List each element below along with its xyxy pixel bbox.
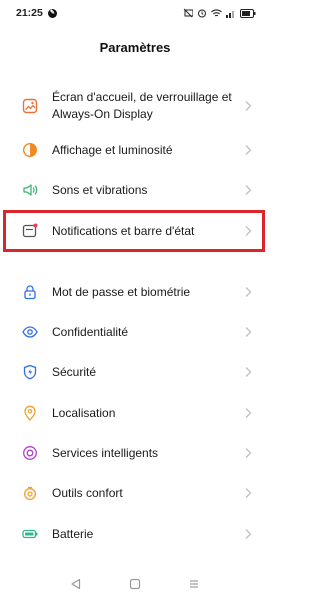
convenience-tools-icon xyxy=(22,485,38,501)
settings-item-label: Notifications et barre d'état xyxy=(52,223,195,238)
wifi-icon xyxy=(211,8,222,16)
settings-item-password[interactable]: Mot de passe et biométrie xyxy=(0,278,270,306)
status-time: 21:25 xyxy=(16,7,43,19)
settings-item-label: Mot de passe et biométrie xyxy=(52,284,191,299)
settings-item-label: Écran d'accueil, de verrouillage et Alwa… xyxy=(52,90,232,121)
settings-item-label: Sons et vibrations xyxy=(52,182,148,197)
settings-item-convenience-tools[interactable]: Outils confort xyxy=(0,479,270,507)
chevron-right-icon xyxy=(245,287,252,297)
wallpaper-icon xyxy=(22,98,38,114)
settings-item-display[interactable]: Affichage et luminosité xyxy=(0,136,270,164)
back-icon[interactable] xyxy=(69,577,83,591)
settings-item-privacy[interactable]: Confidentialité xyxy=(0,318,270,346)
settings-item-label: Sécurité xyxy=(52,364,97,379)
settings-item-sounds[interactable]: Sons et vibrations xyxy=(0,176,270,204)
settings-item-location[interactable]: Localisation xyxy=(0,399,270,427)
recents-icon[interactable] xyxy=(187,577,201,591)
page-title: Paramètres xyxy=(99,40,171,55)
settings-item-security[interactable]: Sécurité xyxy=(0,358,270,386)
location-pin-icon xyxy=(22,405,38,421)
privacy-eye-icon xyxy=(22,324,38,340)
signal-icon xyxy=(226,10,234,18)
chevron-right-icon xyxy=(245,145,252,155)
settings-item-label: Services intelligents xyxy=(52,445,159,460)
chevron-right-icon xyxy=(245,529,252,539)
smart-services-icon xyxy=(22,445,38,461)
chevron-right-icon xyxy=(245,488,252,498)
battery-settings-icon xyxy=(22,526,38,542)
lock-icon xyxy=(22,284,38,300)
settings-item-home-screen[interactable]: Écran d'accueil, de verrouillage et Alwa… xyxy=(0,84,270,128)
settings-item-label: Outils confort xyxy=(52,485,123,500)
chevron-right-icon xyxy=(245,226,252,236)
alarm-icon xyxy=(198,9,206,18)
settings-item-label: Localisation xyxy=(52,405,116,420)
settings-item-label: Batterie xyxy=(52,526,94,541)
settings-item-notifications[interactable]: Notifications et barre d'état xyxy=(0,217,270,245)
settings-item-label: Confidentialité xyxy=(52,324,129,339)
battery-icon xyxy=(240,8,256,18)
chevron-right-icon xyxy=(245,185,252,195)
settings-item-smart-services[interactable]: Services intelligents xyxy=(0,439,270,467)
mute-icon xyxy=(183,8,193,18)
chevron-right-icon xyxy=(245,408,252,418)
chevron-right-icon xyxy=(245,327,252,337)
settings-item-label: Affichage et luminosité xyxy=(52,142,173,157)
notification-icon xyxy=(22,223,38,239)
brightness-icon xyxy=(22,142,38,158)
home-icon[interactable] xyxy=(128,577,142,591)
settings-item-battery[interactable]: Batterie xyxy=(0,520,270,548)
chevron-right-icon xyxy=(245,367,252,377)
security-shield-icon xyxy=(22,364,38,380)
chevron-right-icon xyxy=(245,448,252,458)
notification-app-icon: ✎ xyxy=(47,8,57,18)
status-bar: 21:25 ✎ xyxy=(0,0,270,26)
sound-icon xyxy=(22,182,38,198)
chevron-right-icon xyxy=(245,101,252,111)
navigation-bar xyxy=(0,568,270,600)
